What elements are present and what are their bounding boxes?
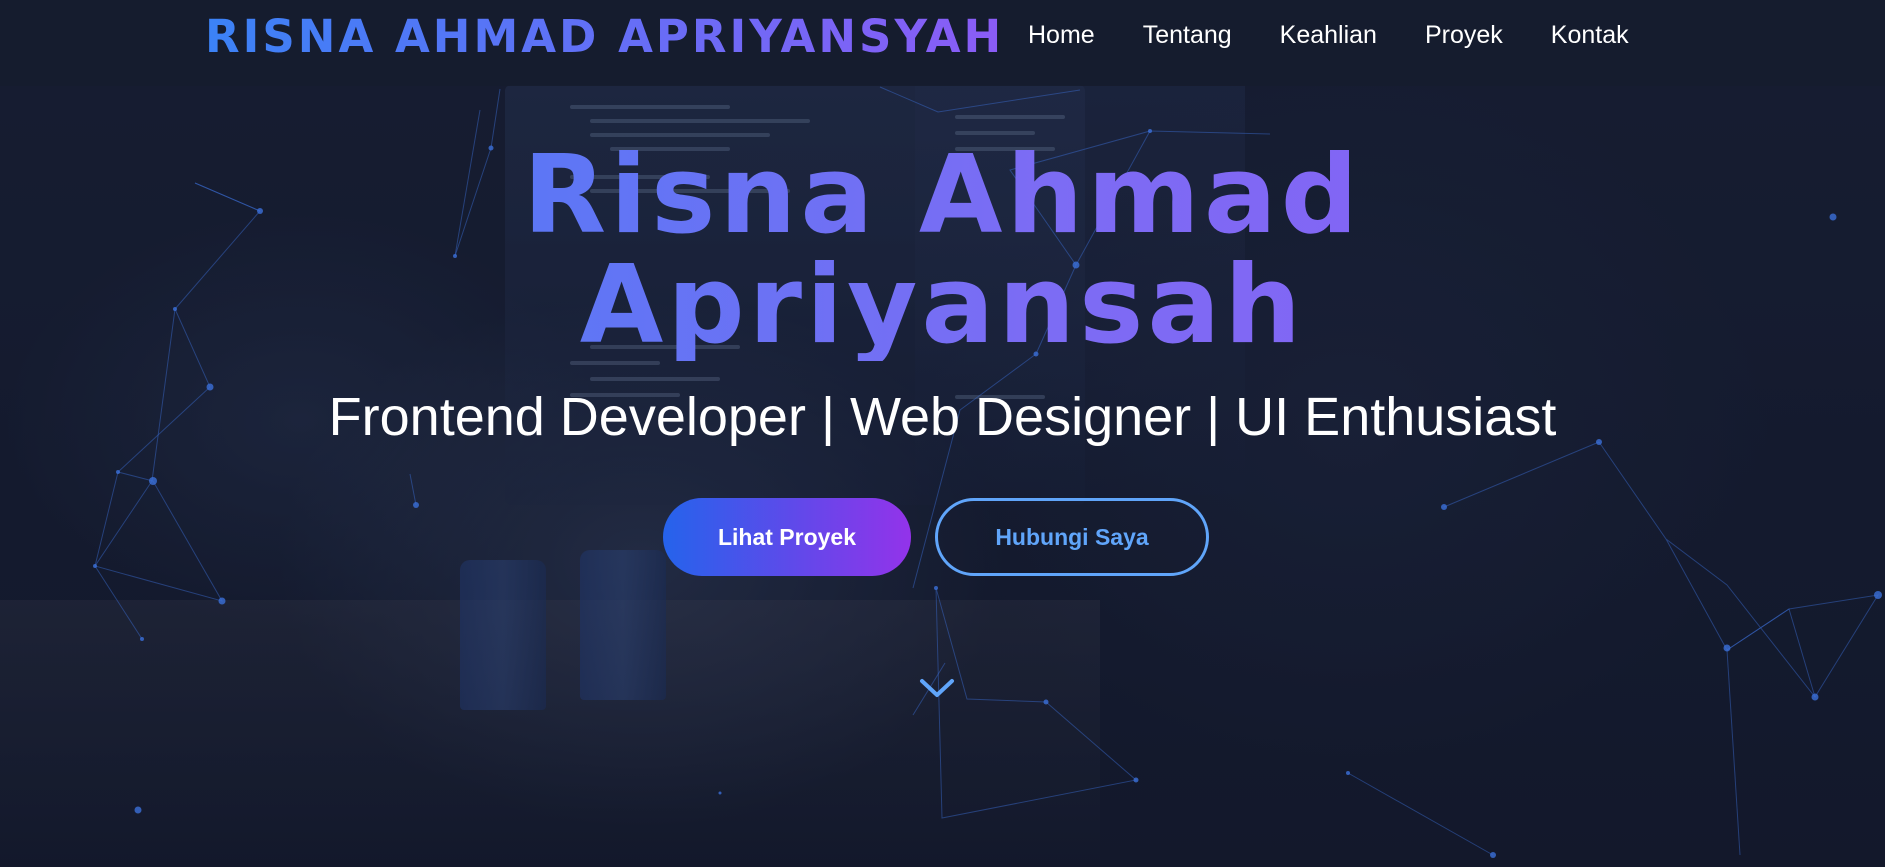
nav-link-tentang[interactable]: Tentang — [1143, 17, 1232, 53]
navbar: RISNA AHMAD APRIYANSYAH Home Tentang Kea… — [0, 0, 1885, 86]
brand-logo[interactable]: RISNA AHMAD APRIYANSYAH — [205, 10, 1004, 63]
hero-section: Risna Ahmad Apriyansah Frontend Develope… — [0, 86, 1885, 867]
hero-buttons: Lihat Proyek Hubungi Saya — [663, 498, 1209, 576]
hero-title-line1: Risna Ahmad — [0, 141, 1885, 251]
view-projects-button[interactable]: Lihat Proyek — [663, 498, 911, 576]
page: RISNA AHMAD APRIYANSYAH Home Tentang Kea… — [0, 0, 1885, 867]
nav-link-keahlian[interactable]: Keahlian — [1280, 17, 1377, 53]
nav-links: Home Tentang Keahlian Proyek Kontak — [1028, 17, 1629, 53]
contact-me-button[interactable]: Hubungi Saya — [935, 498, 1209, 576]
hero-subtitle: Frontend Developer | Web Designer | UI E… — [328, 387, 1557, 447]
chevron-down-icon[interactable] — [918, 676, 956, 702]
nav-link-kontak[interactable]: Kontak — [1551, 17, 1629, 53]
hero-title: Risna Ahmad Apriyansah — [0, 141, 1885, 361]
hero-title-line2: Apriyansah — [0, 251, 1885, 361]
nav-link-home[interactable]: Home — [1028, 17, 1095, 53]
nav-link-proyek[interactable]: Proyek — [1425, 17, 1503, 53]
